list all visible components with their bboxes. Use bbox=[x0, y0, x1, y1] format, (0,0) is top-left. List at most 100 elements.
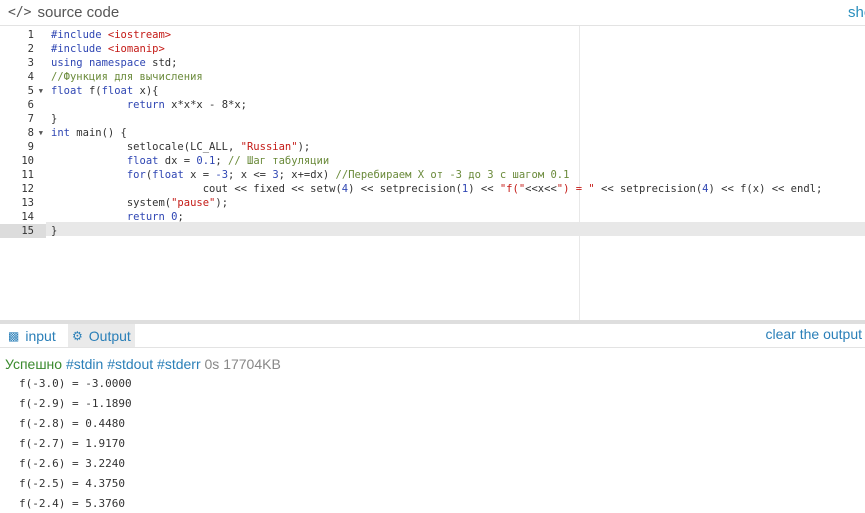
stdin-tag[interactable]: #stdin bbox=[66, 356, 103, 372]
code-line[interactable]: #include <iomanip> bbox=[51, 42, 165, 56]
gutter-row[interactable]: 8 ▼ bbox=[0, 126, 46, 140]
code-token: float bbox=[101, 85, 140, 97]
code-icon: </> bbox=[8, 5, 32, 20]
gutter-row[interactable]: 1 bbox=[0, 28, 46, 42]
gutter-row[interactable]: 4 bbox=[0, 70, 46, 84]
code-token: main() { bbox=[76, 127, 127, 139]
line-number: 7 bbox=[27, 113, 34, 125]
code-token: ) << setprecision( bbox=[348, 183, 462, 195]
code-token: using bbox=[51, 57, 89, 69]
code-line[interactable]: float f(float x){ bbox=[51, 84, 159, 98]
line-number: 14 bbox=[21, 211, 34, 223]
code-token: } bbox=[51, 113, 58, 125]
gutter-row[interactable]: 14 bbox=[0, 210, 46, 224]
output-line: f(-2.6) = 3.2240 bbox=[19, 457, 125, 470]
gutter-row[interactable]: 6 bbox=[0, 98, 46, 112]
code-token: ); bbox=[215, 197, 229, 209]
io-tab-bar: ▩ input ⚙ Output clear the output bbox=[0, 324, 865, 348]
line-number: 9 bbox=[27, 141, 34, 153]
execution-status: Успешно #stdin #stdout #stderr 0s 17704K… bbox=[5, 356, 281, 372]
code-token: ; bbox=[177, 211, 184, 223]
code-token: dx = bbox=[164, 155, 197, 167]
gutter-row[interactable]: 11 bbox=[0, 168, 46, 182]
line-number: 6 bbox=[27, 99, 34, 111]
code-token: "f(" bbox=[499, 183, 526, 195]
code-token: namespace bbox=[88, 57, 153, 69]
tab-input-label: input bbox=[25, 327, 56, 344]
line-number-gutter[interactable]: 1 2 3 4 5 ▼ 6 7 8 ▼ 9 10 11 12 13 14 15 bbox=[0, 26, 46, 320]
code-editor[interactable]: 1 2 3 4 5 ▼ 6 7 8 ▼ 9 10 11 12 13 14 15 #include <iostre… bbox=[0, 26, 865, 320]
code-line[interactable]: //Функция для вычисления bbox=[51, 70, 203, 84]
fold-arrow-icon[interactable]: ▼ bbox=[39, 84, 43, 98]
code-token: << setprecision( bbox=[594, 183, 703, 195]
gutter-row[interactable]: 10 bbox=[0, 154, 46, 168]
tab-output[interactable]: ⚙ Output bbox=[68, 324, 135, 347]
output-line: f(-2.4) = 5.3760 bbox=[19, 497, 125, 510]
fold-arrow-icon[interactable]: ▼ bbox=[39, 126, 43, 140]
line-number: 4 bbox=[27, 71, 34, 83]
code-token: "Russian" bbox=[240, 141, 298, 153]
code-token: ; x <= bbox=[228, 169, 273, 181]
code-line[interactable]: int main() { bbox=[51, 126, 127, 140]
code-line[interactable]: return 0; bbox=[51, 210, 184, 224]
gutter-row[interactable]: 13 bbox=[0, 196, 46, 210]
keyboard-icon: ▩ bbox=[8, 328, 20, 343]
stderr-tag[interactable]: #stderr bbox=[157, 356, 201, 372]
code-line[interactable]: float dx = 0.1; // Шаг табуляции bbox=[51, 154, 329, 168]
code-line[interactable]: system("pause"); bbox=[51, 196, 228, 210]
code-token: // Шаг табуляции bbox=[228, 155, 330, 167]
line-number: 5 bbox=[27, 85, 34, 97]
output-line: f(-2.8) = 0.4480 bbox=[19, 417, 125, 430]
line-number: 12 bbox=[21, 183, 34, 195]
code-token: float bbox=[51, 85, 89, 97]
code-token: #include bbox=[51, 43, 108, 55]
code-token: x){ bbox=[139, 85, 159, 97]
code-token: ) << f(x) << endl; bbox=[708, 183, 823, 195]
source-code-title[interactable]: </> source code bbox=[8, 4, 119, 21]
clear-output-link[interactable]: clear the output bbox=[765, 326, 862, 342]
code-line[interactable]: return x*x*x - 8*x; bbox=[51, 98, 247, 112]
code-token: return bbox=[126, 99, 172, 111]
code-line[interactable]: } bbox=[51, 224, 57, 238]
gutter-row[interactable]: 7 bbox=[0, 112, 46, 126]
code-line[interactable]: for(float x = -3; x <= 3; x+=dx) //Переб… bbox=[51, 168, 570, 182]
output-line: f(-2.9) = -1.1890 bbox=[19, 397, 132, 410]
code-token: setlocale(LC_ALL, bbox=[51, 141, 241, 153]
gears-icon: ⚙ bbox=[72, 328, 83, 343]
code-token: ; x+=dx) bbox=[278, 169, 336, 181]
code-line[interactable]: #include <iostream> bbox=[51, 28, 171, 42]
gutter-row[interactable]: 3 bbox=[0, 56, 46, 70]
code-token: system( bbox=[51, 197, 172, 209]
code-token: ) << bbox=[468, 183, 500, 195]
code-line[interactable]: setlocale(LC_ALL, "Russian"); bbox=[51, 140, 310, 154]
gutter-row[interactable]: 15 bbox=[0, 224, 46, 238]
status-memory: 17704KB bbox=[223, 356, 281, 372]
print-margin bbox=[579, 26, 580, 320]
stdout-tag[interactable]: #stdout bbox=[107, 356, 153, 372]
code-token: //Функция для вычисления bbox=[51, 71, 203, 83]
line-number: 2 bbox=[27, 43, 34, 55]
code-token: <iomanip> bbox=[107, 43, 165, 55]
line-number: 1 bbox=[27, 29, 34, 41]
code-line[interactable]: using namespace std; bbox=[51, 56, 177, 70]
code-line[interactable]: cout << fixed << setw(4) << setprecision… bbox=[51, 182, 823, 196]
code-line[interactable]: } bbox=[51, 112, 57, 126]
source-code-title-label: source code bbox=[37, 4, 120, 21]
code-token: ") = " bbox=[556, 183, 595, 195]
code-token: float bbox=[152, 169, 191, 181]
gutter-row[interactable]: 9 bbox=[0, 140, 46, 154]
gutter-row[interactable]: 5 ▼ bbox=[0, 84, 46, 98]
line-number: 11 bbox=[21, 169, 34, 181]
gutter-row[interactable]: 12 bbox=[0, 182, 46, 196]
tab-input[interactable]: ▩ input bbox=[4, 324, 60, 347]
code-token: x = bbox=[190, 169, 216, 181]
gutter-row[interactable]: 2 bbox=[0, 42, 46, 56]
status-result: Успешно bbox=[5, 356, 63, 372]
output-line: f(-2.5) = 4.3750 bbox=[19, 477, 125, 490]
show-link[interactable]: show bbox=[848, 4, 865, 21]
code-token: for bbox=[126, 169, 146, 181]
line-number: 15 bbox=[21, 225, 34, 237]
line-number: 8 bbox=[27, 127, 34, 139]
